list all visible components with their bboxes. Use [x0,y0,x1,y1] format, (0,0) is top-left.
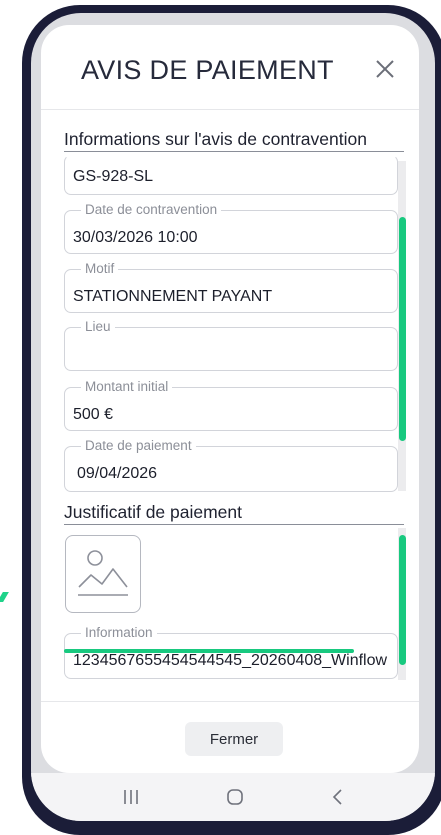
home-icon[interactable] [223,785,247,809]
date-contravention-label: Date de contravention [81,202,222,217]
close-icon[interactable] [371,55,399,83]
motif-value: STATIONNEMENT PAYANT [73,288,273,305]
plate-value: GS-928-SL [73,168,154,185]
information-field[interactable]: Information 1234567655454544545_20260408… [64,625,398,679]
date-paiement-value: 09/04/2026 [77,465,158,482]
information-value: 1234567655454544545_20260408_Winflow [73,652,388,669]
fermer-button[interactable]: Fermer [185,722,283,756]
section-title-infos: Informations sur l'avis de contravention [64,129,367,149]
scrollbar-infos[interactable] [399,217,406,441]
footer-divider [41,701,419,702]
lieu-field[interactable]: Lieu [64,319,398,371]
header-divider [41,109,419,110]
image-placeholder[interactable] [65,535,141,613]
date-contravention-field[interactable]: Date de contravention 30/03/2026 10:00 [64,202,398,254]
horizontal-scrollbar[interactable] [64,649,354,653]
recent-apps-icon[interactable] [119,785,143,809]
section-title-justificatif: Justificatif de paiement [64,502,243,522]
section-underline [64,151,404,152]
modal-title: AVIS DE PAIEMENT [81,55,334,85]
lieu-label: Lieu [81,319,115,334]
plate-field[interactable]: GS-928-SL [64,155,398,195]
section-underline [64,524,404,525]
information-label: Information [81,625,157,640]
scrollbar-justificatif[interactable] [399,535,406,665]
image-placeholder-icon [78,550,128,596]
montant-value: 500 € [73,406,114,423]
android-nav-bar [31,773,435,821]
montant-label: Montant initial [81,379,173,394]
payment-notice-modal: AVIS DE PAIEMENT Informations sur l'avis… [41,25,419,773]
date-contravention-value: 30/03/2026 10:00 [73,229,198,246]
phone-screen: AVIS DE PAIEMENT Informations sur l'avis… [31,13,435,821]
date-paiement-label: Date de paiement [81,438,196,453]
accent-mark [0,592,9,602]
montant-field[interactable]: Montant initial 500 € [64,379,398,431]
date-paiement-field[interactable]: Date de paiement 09/04/2026 [64,438,398,492]
motif-label: Motif [81,261,119,276]
back-icon[interactable] [326,785,350,809]
motif-field[interactable]: Motif STATIONNEMENT PAYANT [64,261,398,313]
